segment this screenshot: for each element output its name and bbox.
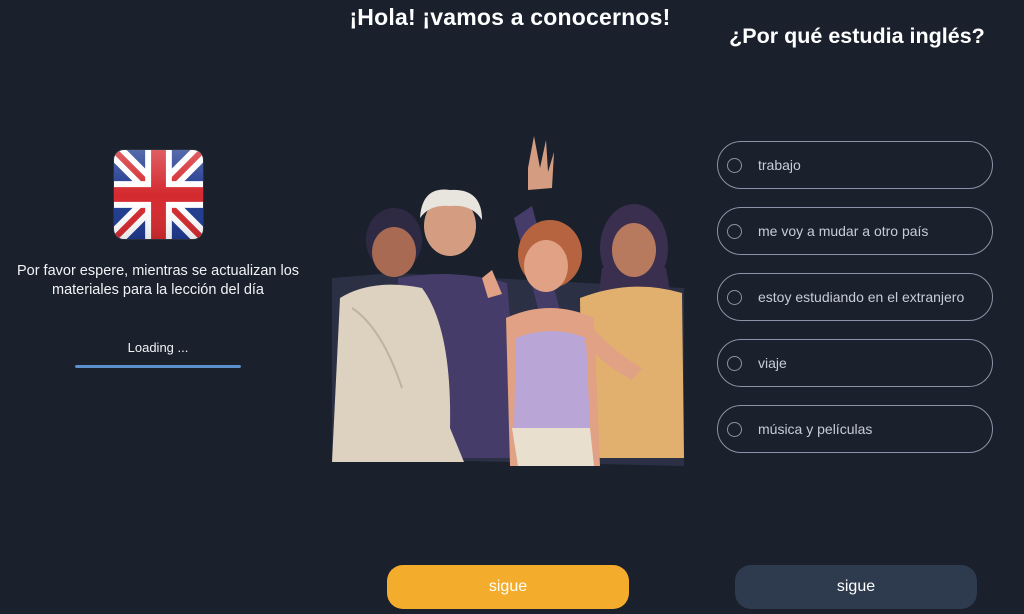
option-musica[interactable]: música y películas (717, 405, 993, 453)
radio-icon[interactable] (727, 157, 742, 173)
option-label: viaje (758, 355, 787, 371)
option-mudar[interactable]: me voy a mudar a otro país (717, 207, 993, 255)
radio-icon[interactable] (727, 421, 742, 437)
option-extranjero[interactable]: estoy estudiando en el extranjero (717, 273, 993, 321)
radio-icon[interactable] (727, 223, 742, 239)
option-label: me voy a mudar a otro país (758, 223, 929, 239)
option-trabajo[interactable]: trabajo (717, 141, 993, 189)
next-button-gray[interactable]: sigue (735, 565, 977, 609)
option-label: música y películas (758, 421, 873, 437)
question-title: ¿Por qué estudia inglés? (729, 24, 985, 48)
next-button-orange[interactable]: sigue (387, 565, 629, 609)
radio-icon[interactable] (727, 355, 742, 371)
loading-label: Loading ... (127, 340, 189, 355)
option-label: trabajo (758, 157, 801, 173)
radio-icon[interactable] (727, 289, 742, 305)
page-title: ¡Hola! ¡vamos a conocernos! (349, 4, 671, 30)
option-label: estoy estudiando en el extranjero (758, 289, 965, 305)
loading-progress-fill (75, 365, 241, 368)
uk-flag-icon (114, 150, 203, 239)
loading-progress-bar (75, 365, 241, 368)
group-of-people-illustration (332, 128, 684, 466)
onboarding-screen: ¡Hola! ¡vamos a conocernos! Por favor es… (0, 0, 1024, 614)
option-viaje[interactable]: viaje (717, 339, 993, 387)
loading-message: Por favor espere, mientras se actualizan… (16, 263, 300, 298)
